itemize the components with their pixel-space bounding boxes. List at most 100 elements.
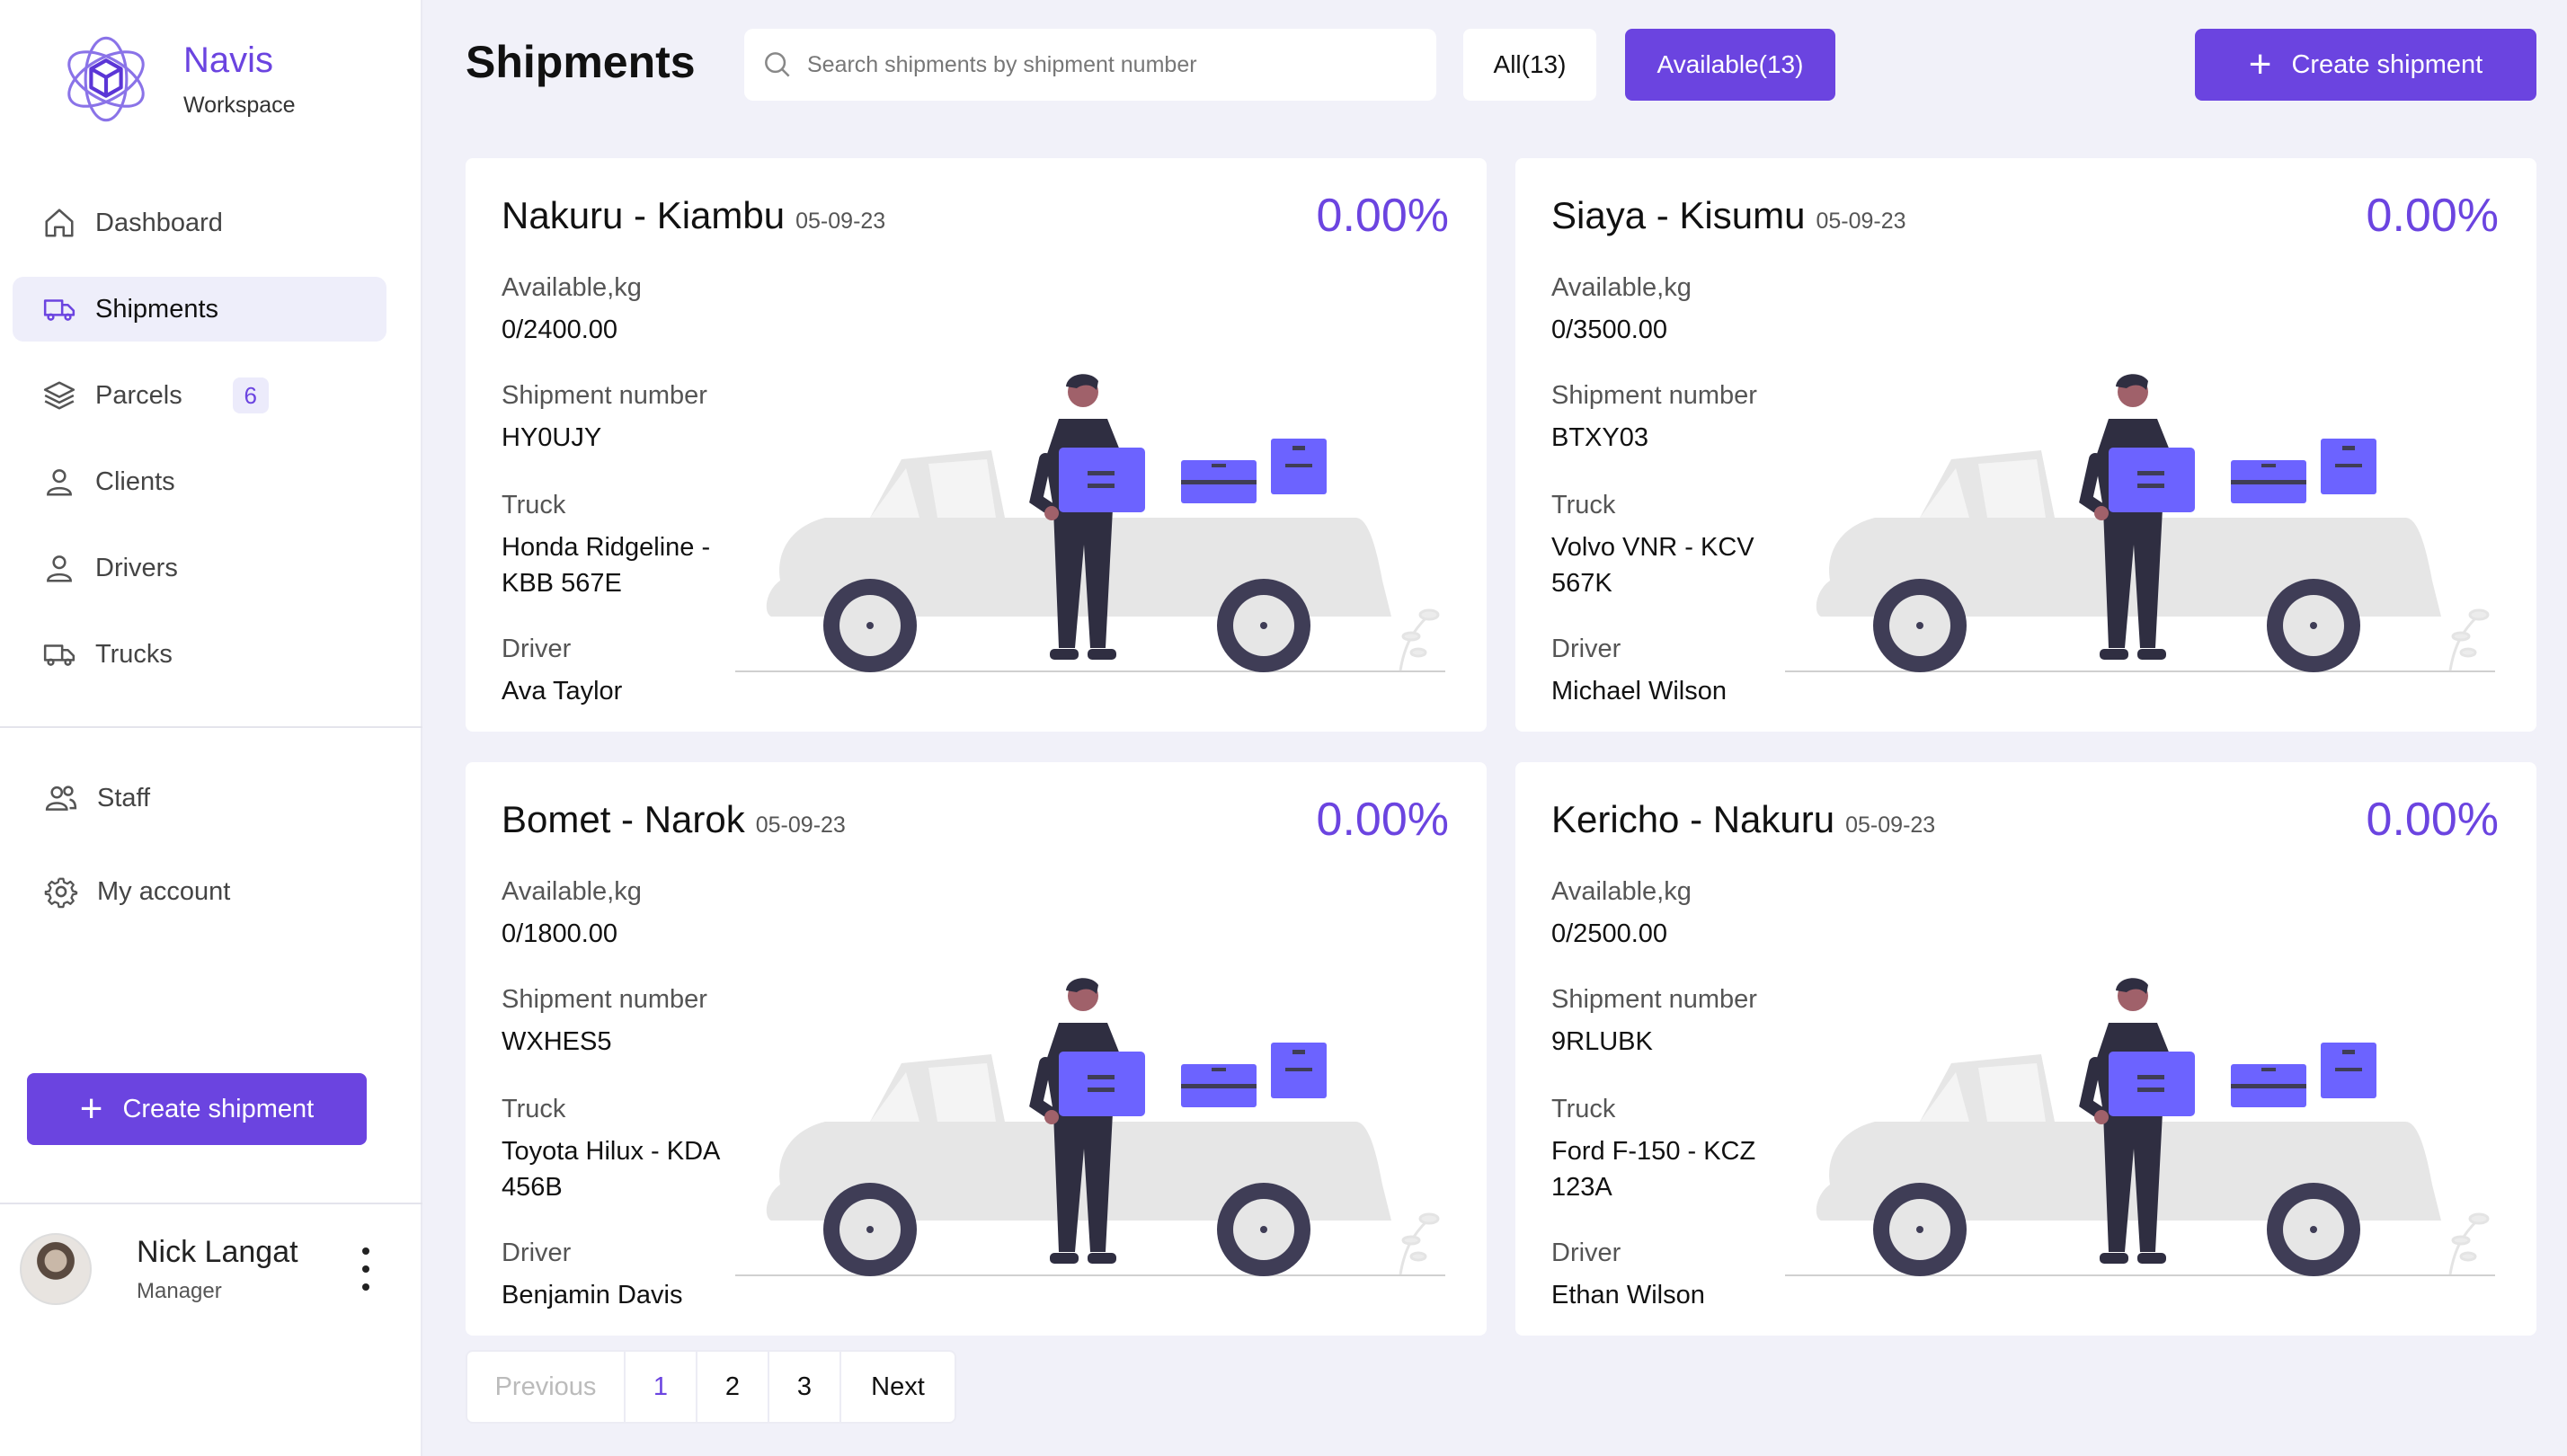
shipment-date: 05-09-23 (1845, 812, 1936, 838)
sidebar-item-clients[interactable]: Clients (13, 449, 386, 514)
sidebar-item-label: Parcels (95, 380, 182, 410)
driver-value: Ethan Wilson (1551, 1281, 1705, 1310)
driver-label: Driver (502, 635, 572, 663)
sidebar-item-label: Staff (97, 783, 151, 812)
navis-logo-icon (67, 36, 145, 122)
primary-nav: Dashboard Shipments Parcels 6 Clients Dr… (13, 191, 386, 708)
shipment-date: 05-09-23 (795, 209, 886, 234)
shipment-number-label: Shipment number (1551, 381, 1757, 410)
avatar (20, 1233, 92, 1305)
available-value: 0/3500.00 (1551, 315, 1668, 344)
sidebar-item-dashboard[interactable]: Dashboard (13, 191, 386, 255)
available-label: Available,kg (1551, 877, 1692, 906)
shipment-route: Bomet - Narok (502, 798, 745, 840)
shipment-percent: 0.00% (2366, 190, 2499, 242)
parcels-count-badge: 6 (232, 377, 269, 413)
shipment-percent: 0.00% (1316, 794, 1449, 846)
delivery-truck-illustration (1785, 978, 2522, 1283)
shipment-date: 05-09-23 (1816, 209, 1906, 234)
sidebar-item-trucks[interactable]: Trucks (13, 622, 386, 687)
shipment-percent: 0.00% (1316, 190, 1449, 242)
user-icon (41, 550, 77, 586)
create-shipment-label: Create shipment (2291, 49, 2483, 79)
truck-label: Truck (1551, 1095, 1616, 1123)
shipment-route: Kericho - Nakuru (1551, 798, 1835, 840)
user-role: Manager (137, 1278, 222, 1303)
sidebar-item-label: Clients (95, 466, 175, 496)
shipment-route: Siaya - Kisumu (1551, 194, 1806, 236)
available-value: 0/2500.00 (1551, 919, 1668, 948)
shipment-card[interactable]: Kericho - Nakuru 05-09-23 0.00% Availabl… (1515, 762, 2536, 1336)
shipment-number-value: WXHES5 (502, 1027, 612, 1056)
sidebar-divider (0, 726, 422, 728)
user-icon (41, 464, 77, 500)
available-value: 0/2400.00 (502, 315, 618, 344)
shipment-number-label: Shipment number (502, 381, 707, 410)
filter-all-button[interactable]: All(13) (1463, 29, 1596, 101)
layers-icon (41, 377, 77, 413)
page-2-button[interactable]: 2 (697, 1352, 769, 1422)
sidebar-item-my-account[interactable]: My account (13, 859, 386, 924)
gear-icon (43, 874, 79, 910)
page-3-button[interactable]: 3 (769, 1352, 841, 1422)
sidebar-item-parcels[interactable]: Parcels 6 (13, 363, 386, 428)
truck-icon (41, 636, 77, 672)
filter-available-button[interactable]: Available(13) (1625, 29, 1835, 101)
delivery-truck-illustration (735, 978, 1472, 1283)
truck-label: Truck (1551, 491, 1616, 519)
driver-value: Benjamin Davis (502, 1281, 683, 1310)
driver-label: Driver (502, 1238, 572, 1267)
secondary-nav: Staff My account (13, 766, 386, 953)
sidebar: Navis Workspace Dashboard Shipments Parc… (0, 0, 422, 1456)
sidebar-item-label: Drivers (95, 553, 178, 582)
plus-icon: + (79, 1087, 103, 1131)
sidebar-divider (0, 1203, 422, 1204)
pagination: Previous 1 2 3 Next (466, 1350, 956, 1424)
brand-subtitle: Workspace (183, 92, 296, 118)
user-profile[interactable]: Nick Langat Manager (20, 1231, 388, 1307)
search-icon (765, 52, 790, 77)
truck-value: Volvo VNR - KCV 567K (1551, 533, 1754, 598)
sidebar-item-staff[interactable]: Staff (13, 766, 386, 830)
users-icon (43, 780, 79, 816)
shipment-percent: 0.00% (2366, 794, 2499, 846)
plus-icon: + (2248, 42, 2272, 86)
create-shipment-label: Create shipment (122, 1094, 315, 1123)
shipment-card[interactable]: Nakuru - Kiambu 05-09-23 0.00% Available… (466, 158, 1487, 732)
delivery-truck-illustration (735, 374, 1472, 679)
available-label: Available,kg (1551, 273, 1692, 302)
user-name: Nick Langat (137, 1234, 298, 1269)
shipment-number-label: Shipment number (1551, 985, 1757, 1014)
brand[interactable]: Navis Workspace (59, 31, 296, 128)
more-options-icon[interactable] (352, 1247, 379, 1291)
driver-value: Michael Wilson (1551, 677, 1727, 706)
previous-page-button[interactable]: Previous (467, 1352, 626, 1422)
truck-label: Truck (502, 1095, 566, 1123)
sidebar-item-label: My account (97, 876, 231, 906)
page-1-button[interactable]: 1 (626, 1352, 697, 1422)
sidebar-item-drivers[interactable]: Drivers (13, 536, 386, 600)
next-page-button[interactable]: Next (841, 1352, 955, 1422)
brand-name: Navis (183, 40, 274, 80)
truck-icon (41, 291, 77, 327)
search-input[interactable] (807, 51, 1418, 78)
delivery-truck-illustration (1785, 374, 2522, 679)
shipment-number-value: HY0UJY (502, 423, 602, 452)
sidebar-item-label: Dashboard (95, 208, 223, 237)
truck-label: Truck (502, 491, 566, 519)
driver-label: Driver (1551, 635, 1621, 663)
shipment-card[interactable]: Siaya - Kisumu 05-09-23 0.00% Available,… (1515, 158, 2536, 732)
shipment-card[interactable]: Bomet - Narok 05-09-23 0.00% Available,k… (466, 762, 1487, 1336)
sidebar-item-label: Trucks (95, 639, 173, 669)
create-shipment-button[interactable]: + Create shipment (2195, 29, 2536, 101)
available-value: 0/1800.00 (502, 919, 618, 948)
search-box[interactable] (744, 29, 1436, 101)
sidebar-item-shipments[interactable]: Shipments (13, 277, 386, 342)
shipment-number-value: 9RLUBK (1551, 1027, 1653, 1056)
available-label: Available,kg (502, 273, 642, 302)
driver-value: Ava Taylor (502, 677, 623, 706)
sidebar-create-shipment-button[interactable]: + Create shipment (27, 1073, 367, 1145)
home-icon (41, 205, 77, 241)
page-title: Shipments (466, 37, 696, 87)
driver-label: Driver (1551, 1238, 1621, 1267)
